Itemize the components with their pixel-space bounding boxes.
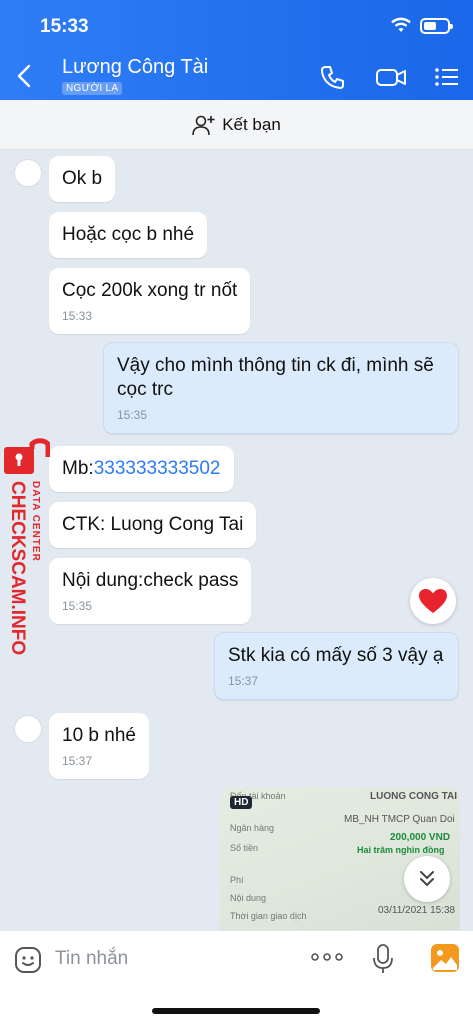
watermark-subtitle: DATA CENTER — [30, 481, 41, 562]
contact-name[interactable]: Lương Công Tài — [62, 56, 208, 79]
message-text: Nội dung:check pass — [62, 570, 239, 591]
message-bubble[interactable]: Nội dung:check pass 15:35 — [49, 558, 252, 624]
battery-icon — [420, 18, 453, 34]
heart-reaction-button[interactable] — [410, 578, 456, 624]
receipt-value: LUONG CONG TAI — [370, 791, 458, 802]
wifi-icon — [391, 17, 411, 32]
receipt-label: Nội dung — [230, 893, 267, 903]
watermark-brand: CHECKSCAM.INFO — [7, 481, 28, 656]
receipt-label: Số tiền — [230, 843, 259, 853]
receipt-label: Ngân hàng — [230, 823, 275, 833]
receipt-value: MB_NH TMCP Quan Doi — [344, 814, 455, 825]
message-text: Stk kia có mấy số 3 vậy ạ — [228, 645, 444, 666]
receipt-value: 03/11/2021 15:38 — [378, 905, 456, 916]
watermark: CHECKSCAM.INFO DATA CENTER — [0, 433, 52, 668]
message-text: Hoặc cọc b nhé — [62, 224, 195, 245]
receipt-label: Thời gian giao dịch — [230, 911, 307, 921]
back-arrow-icon[interactable] — [14, 62, 36, 90]
status-bar: 15:33 — [0, 14, 473, 40]
message-text: cọc trc — [117, 379, 173, 400]
more-options-icon[interactable] — [311, 952, 343, 962]
add-user-icon — [192, 115, 215, 135]
message-bubble[interactable]: Vậy cho mình thông tin ck đi, mình sẽ cọ… — [103, 342, 459, 434]
video-call-icon[interactable] — [375, 62, 407, 92]
account-number-link[interactable]: 333333333502 — [94, 458, 221, 479]
message-bubble[interactable]: Ok b — [49, 156, 116, 202]
message-bubble[interactable]: 10 b nhé 15:37 — [49, 713, 149, 779]
message-text: Vậy cho mình thông tin ck đi, mình sẽ — [117, 355, 434, 376]
receipt-label: Phí — [230, 875, 244, 885]
message-input[interactable]: Tin nhắn — [55, 948, 128, 970]
message-time: 15:35 — [62, 599, 93, 613]
sticker-icon[interactable] — [14, 946, 42, 974]
receipt-amount: 200,000 VND — [390, 832, 451, 843]
stranger-badge: NGƯỜI LẠ — [62, 82, 123, 95]
receipt-amount-words: Hai trăm nghìn đồng — [357, 845, 445, 855]
message-time: 15:37 — [228, 674, 259, 688]
message-bubble[interactable]: CTK: Luong Cong Tai — [49, 502, 257, 548]
gallery-icon[interactable] — [430, 943, 460, 973]
message-text: Cọc 200k xong tr nốt — [62, 280, 238, 301]
add-friend-label: Kết bạn — [222, 114, 281, 134]
message-text: 10 b nhé — [62, 725, 136, 746]
status-time: 15:33 — [40, 16, 89, 37]
avatar[interactable] — [14, 159, 42, 187]
message-text: CTK: Luong Cong Tai — [62, 514, 244, 535]
microphone-icon[interactable] — [372, 943, 394, 975]
scroll-to-bottom-button[interactable] — [404, 856, 450, 902]
phone-call-icon[interactable] — [318, 62, 348, 92]
heart-icon — [419, 589, 447, 613]
chat-header: 15:33 Lương Công Tài NGƯỜI LẠ — [0, 0, 473, 100]
message-bubble[interactable]: Hoặc cọc b nhé — [49, 212, 208, 258]
hd-badge: HD — [230, 796, 253, 809]
message-bubble[interactable]: Stk kia có mấy số 3 vậy ạ 15:37 — [214, 632, 459, 700]
message-time: 15:37 — [62, 754, 93, 768]
message-bubble[interactable]: Cọc 200k xong tr nốt 15:33 — [49, 268, 251, 334]
home-indicator — [152, 1008, 320, 1014]
padlock-icon — [4, 438, 50, 474]
message-bubble[interactable]: Mb:333333333502 — [49, 446, 234, 492]
add-friend-button[interactable]: Kết bạn — [0, 100, 473, 150]
message-time: 15:35 — [117, 408, 148, 422]
avatar[interactable] — [14, 715, 42, 743]
message-time: 15:33 — [62, 309, 93, 323]
message-text: Ok b — [62, 168, 103, 189]
double-chevron-down-icon — [420, 871, 434, 887]
message-text: Mb: — [62, 458, 94, 479]
menu-list-icon[interactable] — [434, 62, 460, 92]
